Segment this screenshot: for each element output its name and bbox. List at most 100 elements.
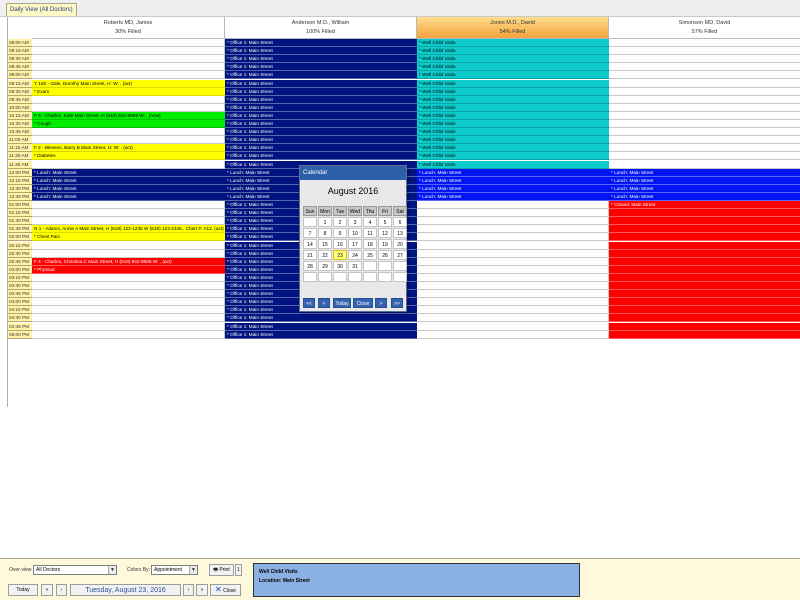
nav-next-button[interactable]: › [183,584,194,596]
schedule-cell[interactable] [417,225,609,234]
calendar-day-cell[interactable]: 22 [318,250,332,260]
appointment-slot[interactable] [609,209,800,218]
schedule-cell[interactable] [609,136,800,145]
appointment-slot[interactable]: * Office 1: Main Street [225,314,417,323]
appointment-slot[interactable]: * Lunch: Main Street [609,168,800,177]
appointment-slot[interactable] [609,282,800,291]
date-display[interactable]: Tuesday, August 23, 2016 [70,584,181,596]
schedule-cell[interactable] [609,144,800,153]
print-count-button[interactable]: 1 [235,564,242,576]
appointment-slot[interactable]: * Well Child Visits [417,95,609,104]
appointment-slot[interactable]: * Closed: Main Street [609,201,800,210]
appointment-slot[interactable]: Y 150 - Gale, Dorothy Main Street, H: W:… [32,79,225,88]
appointment-slot[interactable]: * Cough [32,120,225,129]
schedule-cell[interactable] [609,161,800,169]
today-button[interactable]: Today [8,584,38,596]
calendar-day-cell[interactable]: 16 [333,239,347,249]
calendar-nav-button[interactable]: Today [333,298,351,308]
appointment-slot[interactable]: * Lunch: Main Street [609,184,800,193]
schedule-cell[interactable] [32,282,225,291]
appointment-slot[interactable]: * Lunch: Main Street [32,168,225,177]
appointment-slot[interactable] [609,298,800,307]
colors-by-select[interactable]: Appointment ▼ [151,565,198,575]
schedule-cell[interactable] [609,63,800,72]
appointment-slot[interactable]: * Office 1: Main Street [225,39,417,48]
calendar-day-cell[interactable]: 26 [378,250,392,260]
calendar-day-cell[interactable]: 29 [318,261,332,271]
appointment-slot[interactable]: * Office 1: Main Street [225,152,417,161]
appointment-slot[interactable]: * Well Child Visits [417,39,609,48]
appointment-slot[interactable]: * Well Child Visits [417,55,609,64]
appointment-slot[interactable]: * Lunch: Main Street [609,176,800,185]
schedule-cell[interactable] [417,322,609,331]
calendar-nav-button[interactable]: < [318,298,330,308]
close-button[interactable]: ✕ Close [210,584,241,596]
calendar-day-cell[interactable]: 6 [393,217,407,227]
appointment-slot[interactable]: * Office 1: Main Street [225,79,417,88]
print-button[interactable]: 🖶 Print [209,564,234,576]
schedule-cell[interactable] [417,217,609,226]
schedule-cell[interactable] [32,298,225,307]
schedule-cell[interactable] [32,249,225,258]
appointment-slot[interactable]: * Lunch: Main Street [32,176,225,185]
calendar-nav-button[interactable]: Close [353,298,373,308]
appointment-slot[interactable]: N 1 - Adams, Annie A Main Street, H (619… [32,225,225,234]
appointment-slot[interactable] [609,249,800,258]
appointment-slot[interactable]: * Well Child Visits [417,128,609,137]
appointment-slot[interactable]: * Office 1: Main Street [225,63,417,72]
overview-select[interactable]: All Doctors ▼ [33,565,117,575]
schedule-cell[interactable] [32,306,225,315]
schedule-cell[interactable] [32,47,225,56]
appointment-slot[interactable] [609,241,800,250]
chevron-down-icon[interactable]: ▼ [108,566,116,574]
schedule-cell[interactable] [609,71,800,80]
appointment-slot[interactable]: * Lunch: Main Street [417,184,609,193]
nav-last-button[interactable]: » [196,584,208,596]
appointment-slot[interactable] [609,217,800,226]
schedule-cell[interactable] [32,63,225,72]
schedule-cell[interactable] [417,265,609,274]
appointment-slot[interactable]: * Well Child Visits [417,144,609,153]
schedule-cell[interactable] [609,47,800,56]
schedule-cell[interactable] [609,80,800,88]
appointment-slot[interactable]: * Well Child Visits [417,111,609,120]
appointment-slot[interactable] [609,306,800,315]
schedule-cell[interactable] [417,290,609,299]
schedule-cell[interactable] [417,233,609,242]
appointment-slot[interactable]: F 2 - Blevens, Barry B Main Street, H: W… [32,144,225,153]
schedule-cell[interactable] [417,306,609,315]
schedule-cell[interactable] [32,71,225,80]
schedule-cell[interactable] [32,314,225,323]
calendar-day-cell[interactable]: 17 [348,239,362,249]
schedule-cell[interactable] [32,39,225,48]
appointment-slot[interactable]: * Well Child Visits [417,71,609,80]
appointment-slot[interactable]: * Office 1: Main Street [225,71,417,80]
schedule-cell[interactable] [609,104,800,112]
calendar-day-cell[interactable]: 25 [363,250,377,260]
calendar-day-cell[interactable]: 4 [363,217,377,227]
schedule-cell[interactable] [417,330,609,339]
chevron-down-icon[interactable]: ▼ [189,566,197,574]
schedule-cell[interactable] [32,201,225,210]
calendar-day-cell[interactable]: 5 [378,217,392,227]
appointment-slot[interactable] [609,273,800,282]
appointment-slot[interactable]: * Well Child Visits [417,152,609,161]
appointment-slot[interactable]: * Office 1: Main Street [225,55,417,64]
schedule-cell[interactable] [32,209,225,218]
appointment-slot[interactable]: * Chest Pain [32,233,225,242]
schedule-cell[interactable] [417,209,609,218]
calendar-day-cell[interactable]: 23 [333,250,347,260]
appointment-slot[interactable] [609,290,800,299]
schedule-cell[interactable] [417,298,609,307]
calendar-day-cell[interactable]: 7 [303,228,317,238]
appointment-slot[interactable]: * Lunch: Main Street [417,176,609,185]
calendar-day-cell[interactable]: 20 [393,239,407,249]
calendar-day-cell[interactable]: 24 [348,250,362,260]
calendar-nav-button[interactable]: << [303,298,315,308]
schedule-cell[interactable] [609,128,800,137]
doctor-header[interactable]: Roberts MD, James 30% Filled [32,17,225,39]
schedule-cell[interactable] [32,136,225,145]
appointment-slot[interactable]: * Well Child Visits [417,136,609,145]
calendar-day-cell[interactable]: 31 [348,261,362,271]
calendar-day-cell[interactable]: 30 [333,261,347,271]
